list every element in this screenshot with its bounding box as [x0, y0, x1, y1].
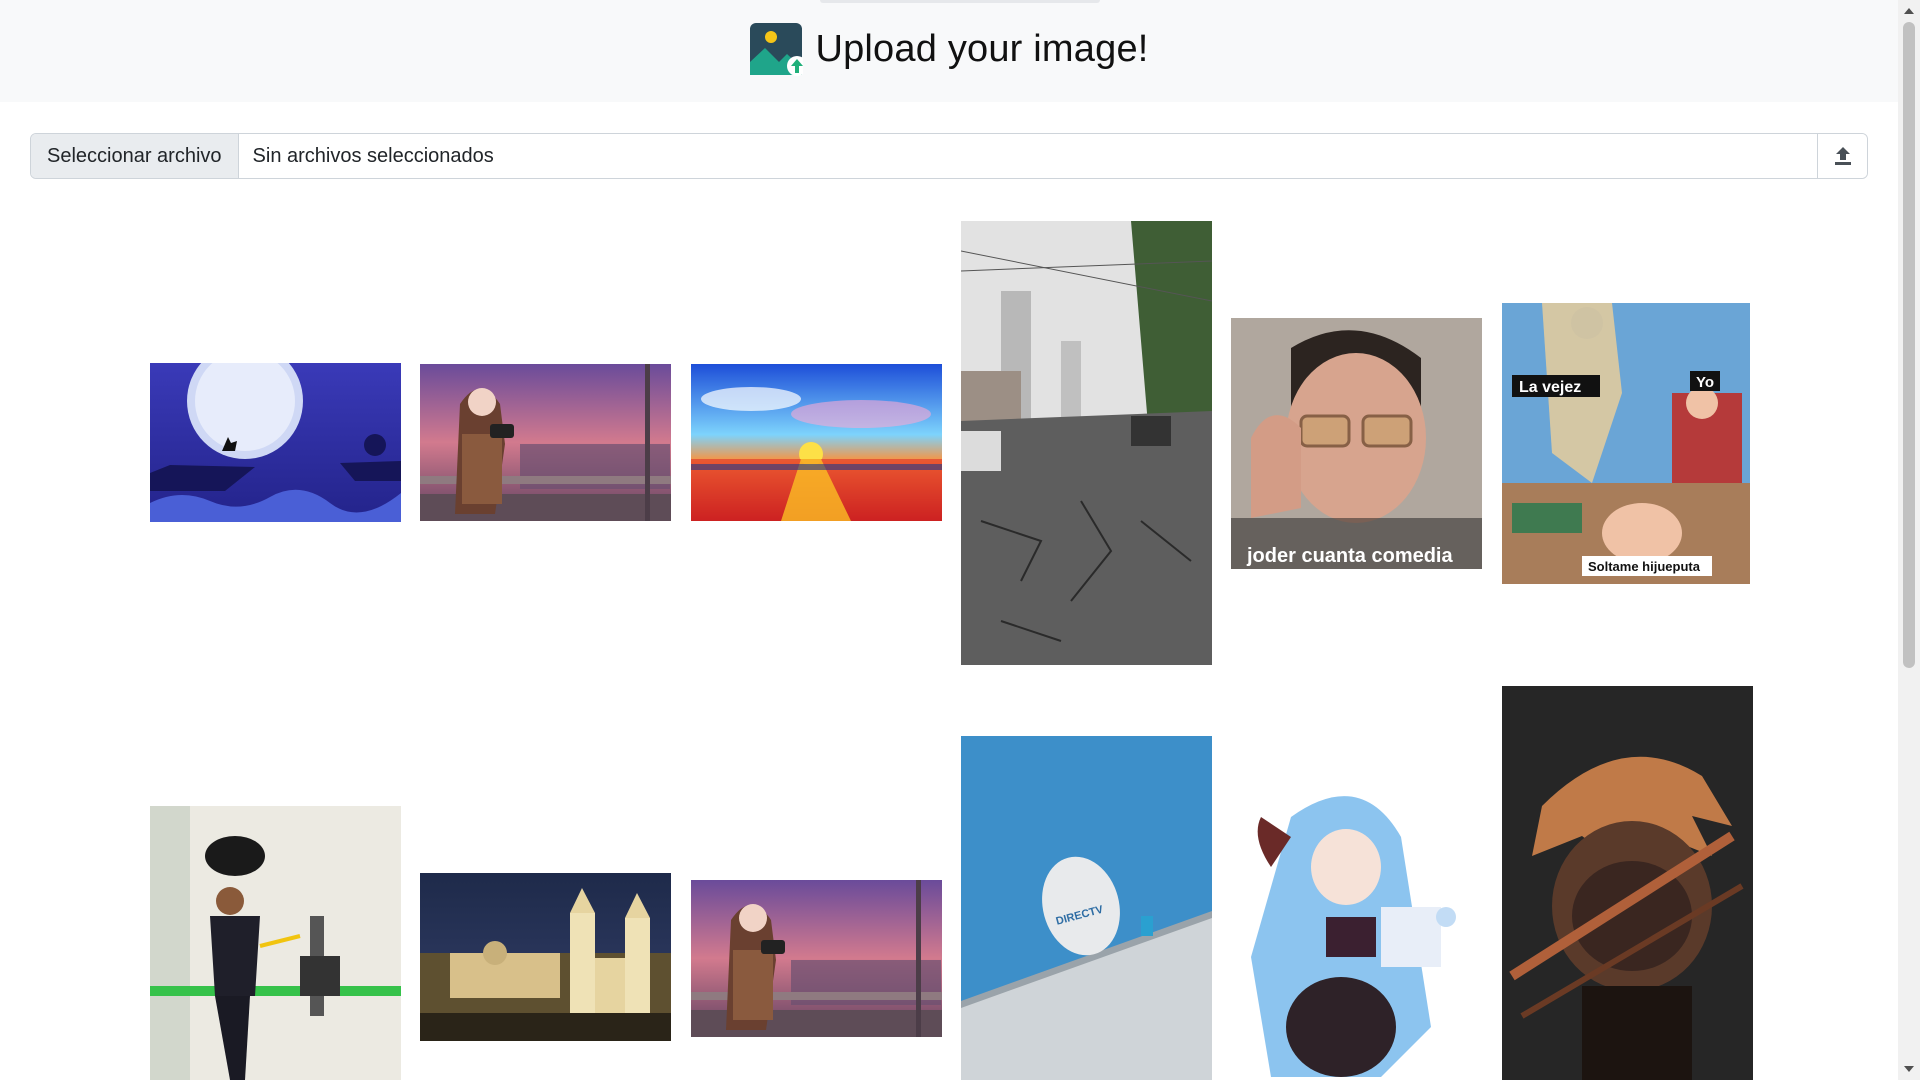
anime-girl-camera-image-2[interactable]: [691, 880, 942, 1037]
street-cracked-road-image[interactable]: [961, 221, 1212, 665]
scroll-thumb[interactable]: [1903, 22, 1915, 668]
upload-submit-button[interactable]: [1817, 134, 1867, 178]
meme-label-soltame: Soltame hijueputa: [1588, 559, 1701, 574]
image-upload-icon: [750, 23, 804, 76]
satellite-dish-image[interactable]: DIRECTV: [961, 736, 1212, 1080]
cathedral-night-image[interactable]: [420, 873, 671, 1041]
meme-glasses-image[interactable]: joder cuanta comedia: [1231, 318, 1482, 569]
meme-old-age-image[interactable]: La vejez Yo Soltame hijueputa: [1502, 303, 1750, 584]
upload-arrow-icon: [1834, 147, 1851, 165]
scroll-up-icon[interactable]: [1904, 8, 1914, 14]
scroll-down-icon[interactable]: [1904, 1066, 1914, 1072]
wolf-moon-image[interactable]: [150, 363, 401, 522]
sunset-sea-image[interactable]: [691, 364, 942, 521]
welder-boy-image[interactable]: [150, 806, 401, 1080]
meme-caption: joder cuanta comedia: [1246, 545, 1453, 567]
header-tab: [820, 0, 1100, 3]
meme-label-la-vejez: La vejez: [1519, 379, 1581, 396]
anime-girl-camera-image[interactable]: [420, 364, 671, 521]
meme-label-yo: Yo: [1696, 374, 1714, 391]
page-header: Upload your image!: [0, 0, 1898, 102]
upload-form: Seleccionar archivo Sin archivos selecci…: [30, 133, 1868, 179]
choose-file-button[interactable]: Seleccionar archivo: [31, 134, 239, 178]
page-title: Upload your image!: [815, 27, 1149, 70]
file-status-text: Sin archivos seleccionados: [252, 144, 494, 167]
dark-anime-character-image[interactable]: [1502, 686, 1753, 1080]
anime-girl-blue-hair-image[interactable]: [1231, 777, 1482, 1080]
vertical-scrollbar[interactable]: [1898, 0, 1920, 1080]
title-wrap: Upload your image!: [0, 22, 1898, 76]
